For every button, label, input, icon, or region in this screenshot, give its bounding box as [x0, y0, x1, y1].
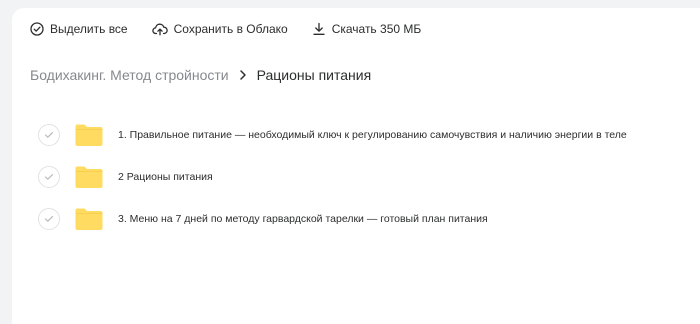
select-all-label: Выделить все: [50, 22, 128, 36]
file-name: 3. Меню на 7 дней по методу гарвардской …: [118, 213, 488, 225]
list-item[interactable]: 2 Рационы питания: [38, 156, 688, 198]
folder-icon: [75, 124, 103, 146]
check-icon: [44, 132, 54, 138]
check-icon: [44, 216, 54, 222]
download-button[interactable]: Скачать 350 МБ: [312, 22, 422, 36]
select-checkbox[interactable]: [38, 208, 60, 230]
file-name: 2 Рационы питания: [118, 171, 213, 183]
select-checkbox[interactable]: [38, 124, 60, 146]
download-icon: [312, 22, 326, 36]
cloud-upload-icon: [151, 22, 168, 36]
save-to-cloud-button[interactable]: Сохранить в Облако: [151, 22, 288, 36]
folder-icon: [75, 166, 103, 188]
breadcrumb: Бодихакинг. Метод стройности Рационы пит…: [30, 66, 371, 84]
toolbar: Выделить все Сохранить в Облако Скачать …: [30, 18, 421, 40]
public-folder-panel: Выделить все Сохранить в Облако Скачать …: [12, 8, 700, 324]
select-all-button[interactable]: Выделить все: [30, 22, 128, 36]
breadcrumb-parent-link[interactable]: Бодихакинг. Метод стройности: [30, 67, 229, 83]
file-list: 1. Правильное питание — необходимый ключ…: [38, 114, 688, 240]
check-circle-icon: [30, 22, 44, 36]
chevron-right-icon: [239, 69, 247, 81]
check-icon: [44, 174, 54, 180]
download-label: Скачать 350 МБ: [331, 22, 422, 36]
folder-icon: [75, 208, 103, 230]
file-name: 1. Правильное питание — необходимый ключ…: [118, 129, 627, 141]
list-item[interactable]: 1. Правильное питание — необходимый ключ…: [38, 114, 688, 156]
select-checkbox[interactable]: [38, 166, 60, 188]
breadcrumb-current: Рационы питания: [256, 67, 372, 83]
list-item[interactable]: 3. Меню на 7 дней по методу гарвардской …: [38, 198, 688, 240]
save-to-cloud-label: Сохранить в Облако: [173, 22, 288, 36]
